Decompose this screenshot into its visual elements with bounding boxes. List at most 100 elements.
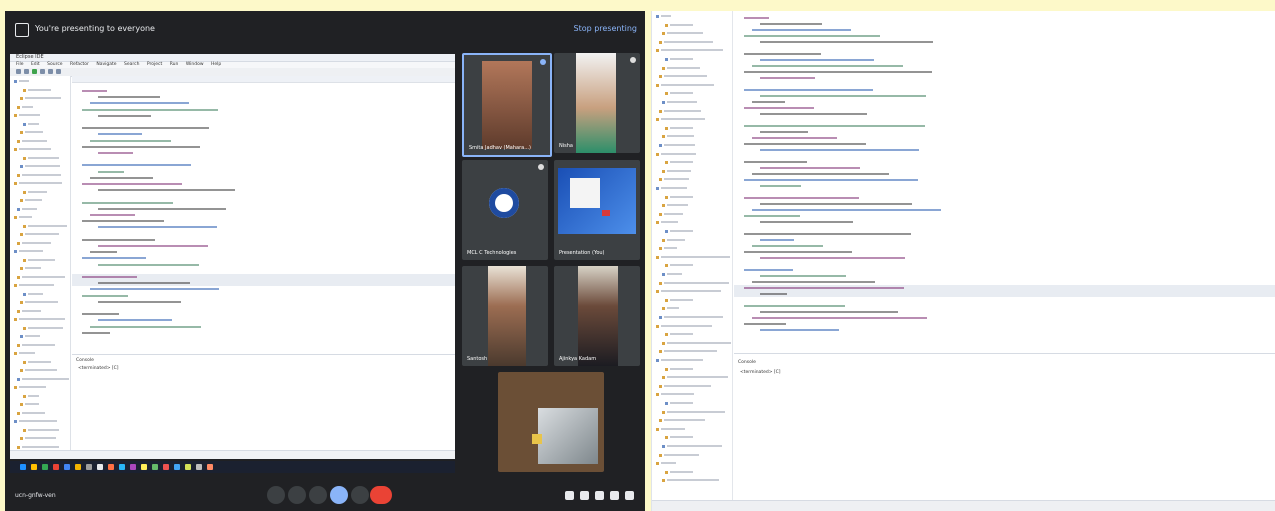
tree-item[interactable] [667, 169, 691, 172]
tree-item[interactable] [670, 436, 693, 439]
taskbar-app-icon[interactable] [130, 464, 136, 470]
tree-item[interactable] [667, 410, 725, 413]
debug-icon[interactable] [40, 69, 45, 74]
participant-tile[interactable]: Smita Jadhav (Mahara...) [462, 53, 552, 157]
tree-item[interactable] [19, 216, 32, 218]
menu-item-edit[interactable]: Edit [31, 62, 40, 67]
tree-item[interactable] [25, 165, 60, 167]
mic-icon[interactable] [267, 486, 285, 504]
menu-item-help[interactable]: Help [211, 62, 221, 67]
tree-item[interactable] [19, 148, 51, 150]
run-icon[interactable] [32, 69, 37, 74]
tree-item[interactable] [664, 350, 717, 353]
menu-item-navigate[interactable]: Navigate [96, 62, 116, 67]
new-file-icon[interactable] [16, 69, 21, 74]
tree-item[interactable] [661, 290, 721, 293]
tree-item[interactable] [661, 462, 676, 465]
tree-item[interactable] [667, 32, 703, 35]
taskbar-app-icon[interactable] [185, 464, 191, 470]
console-tab[interactable]: Console [76, 358, 94, 363]
participant-tile[interactable]: Presentation (You) [554, 160, 640, 260]
tree-item[interactable] [25, 369, 57, 371]
host-controls-icon[interactable] [625, 491, 634, 500]
menu-item-project[interactable]: Project [147, 62, 162, 67]
taskbar-app-icon[interactable] [97, 464, 103, 470]
tree-item[interactable] [670, 126, 693, 129]
tree-item[interactable] [670, 470, 693, 473]
tree-item[interactable] [670, 230, 693, 232]
chat-icon[interactable] [595, 491, 604, 500]
activities-icon[interactable] [610, 491, 619, 500]
tree-item[interactable] [667, 479, 719, 482]
code-editor[interactable] [734, 11, 1275, 351]
tree-item[interactable] [670, 58, 693, 60]
tree-item[interactable] [661, 359, 703, 361]
stop-presenting-button[interactable]: Stop presenting [573, 24, 637, 33]
tree-item[interactable] [28, 394, 39, 397]
tree-item[interactable] [25, 437, 56, 439]
tree-item[interactable] [667, 135, 694, 138]
tree-item[interactable] [670, 195, 693, 198]
taskbar-app-icon[interactable] [108, 464, 114, 470]
taskbar-app-icon[interactable] [152, 464, 158, 470]
tree-item[interactable] [661, 221, 678, 224]
tree-item[interactable] [22, 105, 33, 108]
tree-item[interactable] [25, 199, 42, 201]
tree-item[interactable] [19, 182, 62, 184]
tree-item[interactable] [667, 376, 728, 379]
tree-item[interactable] [19, 352, 35, 354]
tree-item[interactable] [664, 281, 729, 284]
tree-item[interactable] [22, 275, 65, 278]
tree-item[interactable] [667, 341, 731, 344]
menu-item-run[interactable]: Run [170, 62, 179, 67]
taskbar-app-icon[interactable] [174, 464, 180, 470]
tree-item[interactable] [28, 326, 63, 329]
taskbar-app-icon[interactable] [119, 464, 125, 470]
tree-item[interactable] [25, 335, 40, 337]
tree-item[interactable] [664, 178, 689, 181]
tree-item[interactable] [667, 101, 697, 103]
present-button[interactable] [330, 486, 348, 504]
build-icon[interactable] [48, 69, 53, 74]
console-tab[interactable]: Console [738, 360, 756, 365]
tree-item[interactable] [670, 298, 693, 301]
tree-item[interactable] [22, 377, 69, 380]
tree-item[interactable] [28, 190, 47, 193]
captions-icon[interactable] [309, 486, 327, 504]
taskbar-app-icon[interactable] [53, 464, 59, 470]
taskbar-app-icon[interactable] [20, 464, 26, 470]
tree-item[interactable] [22, 173, 61, 176]
taskbar-app-icon[interactable] [64, 464, 70, 470]
tree-item[interactable] [661, 83, 714, 86]
taskbar-app-icon[interactable] [75, 464, 81, 470]
tree-item[interactable] [28, 156, 59, 159]
more-options-icon[interactable] [351, 486, 369, 504]
tree-item[interactable] [664, 75, 707, 78]
menu-item-source[interactable]: Source [47, 62, 62, 67]
tree-item[interactable] [664, 316, 723, 318]
tree-item[interactable] [25, 267, 41, 269]
tree-item[interactable] [661, 187, 687, 189]
tree-item[interactable] [667, 273, 682, 275]
menu-item-window[interactable]: Window [186, 62, 204, 67]
tree-item[interactable] [22, 139, 47, 142]
tree-item[interactable] [19, 420, 57, 422]
tree-item[interactable] [28, 88, 51, 91]
tree-item[interactable] [22, 411, 45, 414]
camera-icon[interactable] [288, 486, 306, 504]
tree-item[interactable] [670, 92, 693, 95]
taskbar-app-icon[interactable] [207, 464, 213, 470]
taskbar-app-icon[interactable] [141, 464, 147, 470]
tree-item[interactable] [661, 393, 694, 396]
tree-item[interactable] [661, 152, 696, 155]
taskbar-app-icon[interactable] [31, 464, 37, 470]
leave-call-button[interactable] [370, 486, 392, 504]
menu-item-search[interactable]: Search [124, 62, 139, 67]
tree-item[interactable] [670, 367, 693, 370]
tree-item[interactable] [25, 97, 61, 99]
participant-tile[interactable]: Nisha [554, 53, 640, 153]
tree-item[interactable] [664, 109, 701, 112]
menu-item-refactor[interactable]: Refactor [70, 62, 89, 67]
tree-item[interactable] [19, 386, 46, 388]
tree-item[interactable] [664, 212, 683, 215]
